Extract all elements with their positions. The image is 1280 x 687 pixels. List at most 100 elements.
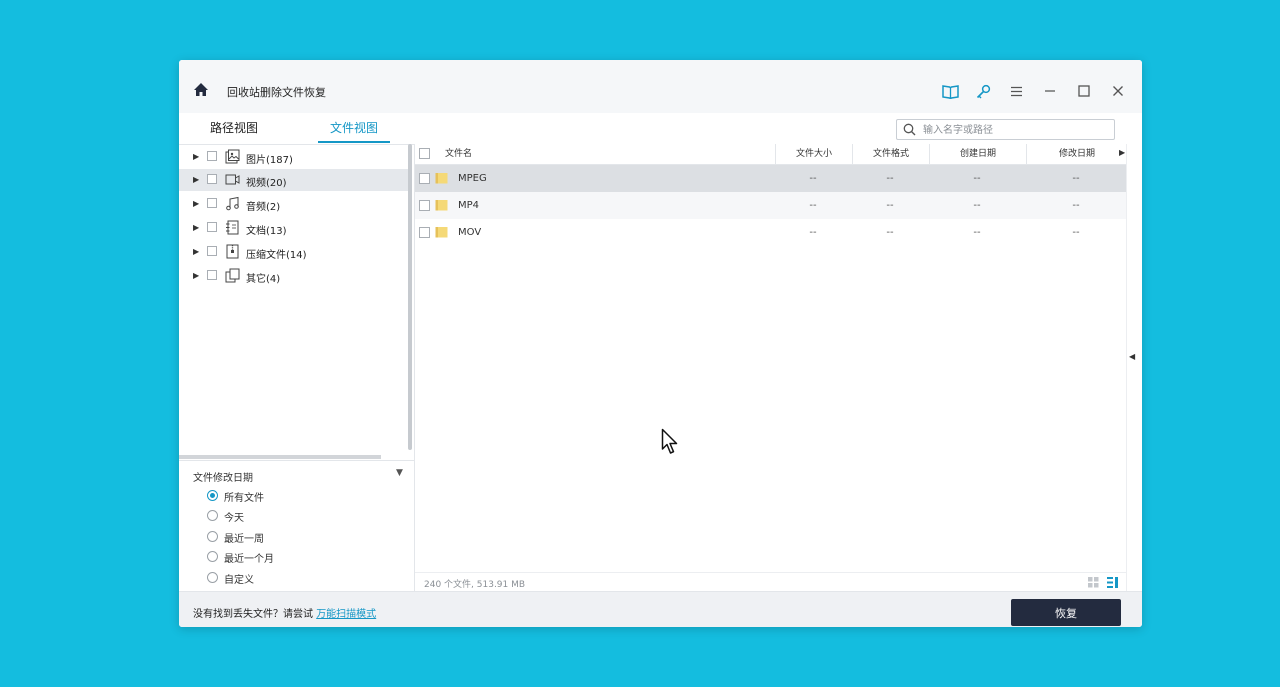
image-icon <box>225 149 240 164</box>
tab-file-view[interactable]: 文件视图 <box>318 113 390 143</box>
expand-arrow-icon[interactable]: ▶ <box>193 271 199 280</box>
tree-checkbox[interactable] <box>207 198 217 208</box>
tree-item-audio[interactable]: ▶ 音频(2) <box>179 193 409 215</box>
tree-item-label: 文档(13) <box>246 226 287 237</box>
tree-item-archives[interactable]: ▶ 压缩文件(14) <box>179 241 409 263</box>
list-scrollbar[interactable] <box>1126 144 1142 591</box>
radio-label: 自定义 <box>224 575 254 586</box>
expand-arrow-icon[interactable]: ▶ <box>193 247 199 256</box>
column-header-name[interactable]: 文件名 <box>445 144 472 164</box>
column-header-modified[interactable]: 修改日期 <box>1026 144 1127 164</box>
tree-checkbox[interactable] <box>207 270 217 280</box>
minimize-icon[interactable] <box>1041 82 1059 100</box>
row-checkbox[interactable] <box>419 200 430 211</box>
tree-item-label: 其它(4) <box>246 274 281 285</box>
file-name: MPEG <box>458 173 487 184</box>
document-icon <box>226 220 239 235</box>
recover-button[interactable]: 恢复 <box>1011 599 1121 626</box>
file-size: -- <box>809 173 817 184</box>
row-checkbox[interactable] <box>419 227 430 238</box>
folder-icon <box>435 227 448 238</box>
music-icon <box>226 196 239 211</box>
date-filter-panel: 文件修改日期 ▼ 所有文件 今天 最近一周 最近一个月 自定义 <box>179 460 414 592</box>
footer-prompt: 没有找到丢失文件？请尝试 <box>193 609 317 620</box>
tree-checkbox[interactable] <box>207 222 217 232</box>
file-size: -- <box>809 227 817 238</box>
tab-path-view[interactable]: 路径视图 <box>199 113 269 143</box>
expand-arrow-icon[interactable]: ▶ <box>193 175 199 184</box>
file-format: -- <box>886 173 894 184</box>
file-format: -- <box>886 227 894 238</box>
radio-label: 今天 <box>224 513 244 524</box>
footer-bar: 没有找到丢失文件？请尝试 万能扫描模式 恢复 <box>179 591 1142 627</box>
file-count-summary: 240 个文件, 513.91 MB <box>424 580 526 590</box>
search-field <box>896 119 1115 140</box>
column-header-size[interactable]: 文件大小 <box>775 144 852 164</box>
radio-label: 所有文件 <box>224 493 264 504</box>
row-checkbox[interactable] <box>419 173 430 184</box>
grid-view-icon[interactable] <box>1088 577 1099 588</box>
title-bar: 回收站删除文件恢复 <box>179 60 1142 113</box>
table-row[interactable]: MOV -- -- -- -- <box>415 219 1126 246</box>
other-files-icon <box>225 268 240 283</box>
close-icon[interactable] <box>1109 82 1127 100</box>
column-more-icon[interactable]: ▶ <box>1119 148 1125 157</box>
column-header-created[interactable]: 创建日期 <box>929 144 1026 164</box>
tree-horizontal-scrollbar[interactable] <box>179 455 381 459</box>
expand-arrow-icon[interactable]: ▶ <box>193 152 199 161</box>
folder-icon <box>435 173 448 184</box>
file-size: -- <box>809 200 817 211</box>
file-created: -- <box>973 173 981 184</box>
tree-item-label: 视频(20) <box>246 178 287 189</box>
expand-arrow-icon[interactable]: ▶ <box>193 223 199 232</box>
select-all-checkbox[interactable] <box>419 148 430 159</box>
file-name: MOV <box>458 227 482 238</box>
file-list-header: 文件名 文件大小 文件格式 创建日期 修改日期 ▶ <box>415 144 1126 165</box>
file-name: MP4 <box>458 200 480 211</box>
radio-button[interactable] <box>207 510 218 521</box>
book-icon[interactable] <box>941 82 959 100</box>
tree-checkbox[interactable] <box>207 246 217 256</box>
menu-icon[interactable] <box>1007 82 1025 100</box>
tree-item-label: 图片(187) <box>246 155 293 166</box>
tree-item-videos[interactable]: ▶ 视频(20) <box>179 169 409 191</box>
file-created: -- <box>973 200 981 211</box>
file-created: -- <box>973 227 981 238</box>
column-header-format[interactable]: 文件格式 <box>852 144 929 164</box>
archive-icon <box>226 244 239 259</box>
expand-arrow-icon[interactable]: ▶ <box>193 199 199 208</box>
table-row[interactable]: MPEG -- -- -- -- <box>415 165 1126 192</box>
app-title: 回收站删除文件恢复 <box>227 86 326 99</box>
search-icon[interactable] <box>903 123 916 136</box>
radio-label: 最近一个月 <box>224 554 274 565</box>
tree-checkbox[interactable] <box>207 151 217 161</box>
tree-item-label: 音频(2) <box>246 202 281 213</box>
tree-item-images[interactable]: ▶ 图片(187) <box>179 146 409 168</box>
deep-scan-link[interactable]: 万能扫描模式 <box>316 609 376 620</box>
file-modified: -- <box>1072 200 1080 211</box>
tree-scrollbar[interactable] <box>408 144 412 450</box>
radio-button[interactable] <box>207 490 218 501</box>
folder-icon <box>435 200 448 211</box>
maximize-icon[interactable] <box>1075 82 1093 100</box>
status-bar: 240 个文件, 513.91 MB <box>415 572 1126 592</box>
list-view-icon[interactable] <box>1107 577 1118 588</box>
collapse-panel-icon[interactable]: ◀ <box>1129 352 1135 361</box>
file-modified: -- <box>1072 173 1080 184</box>
table-row[interactable]: MP4 -- -- -- -- <box>415 192 1126 219</box>
tree-item-others[interactable]: ▶ 其它(4) <box>179 265 409 287</box>
tree-item-documents[interactable]: ▶ 文档(13) <box>179 217 409 239</box>
radio-button[interactable] <box>207 572 218 583</box>
radio-button[interactable] <box>207 531 218 542</box>
chevron-down-icon[interactable]: ▼ <box>396 468 403 478</box>
radio-label: 最近一周 <box>224 534 264 545</box>
key-icon[interactable] <box>974 82 992 100</box>
radio-button[interactable] <box>207 551 218 562</box>
search-input[interactable] <box>921 121 1111 139</box>
mouse-cursor-icon <box>661 428 678 454</box>
tree-item-label: 压缩文件(14) <box>246 250 307 261</box>
footer-hint: 没有找到丢失文件？请尝试 万能扫描模式 <box>193 605 376 620</box>
home-icon[interactable] <box>193 82 209 98</box>
file-format: -- <box>886 200 894 211</box>
tree-checkbox[interactable] <box>207 174 217 184</box>
